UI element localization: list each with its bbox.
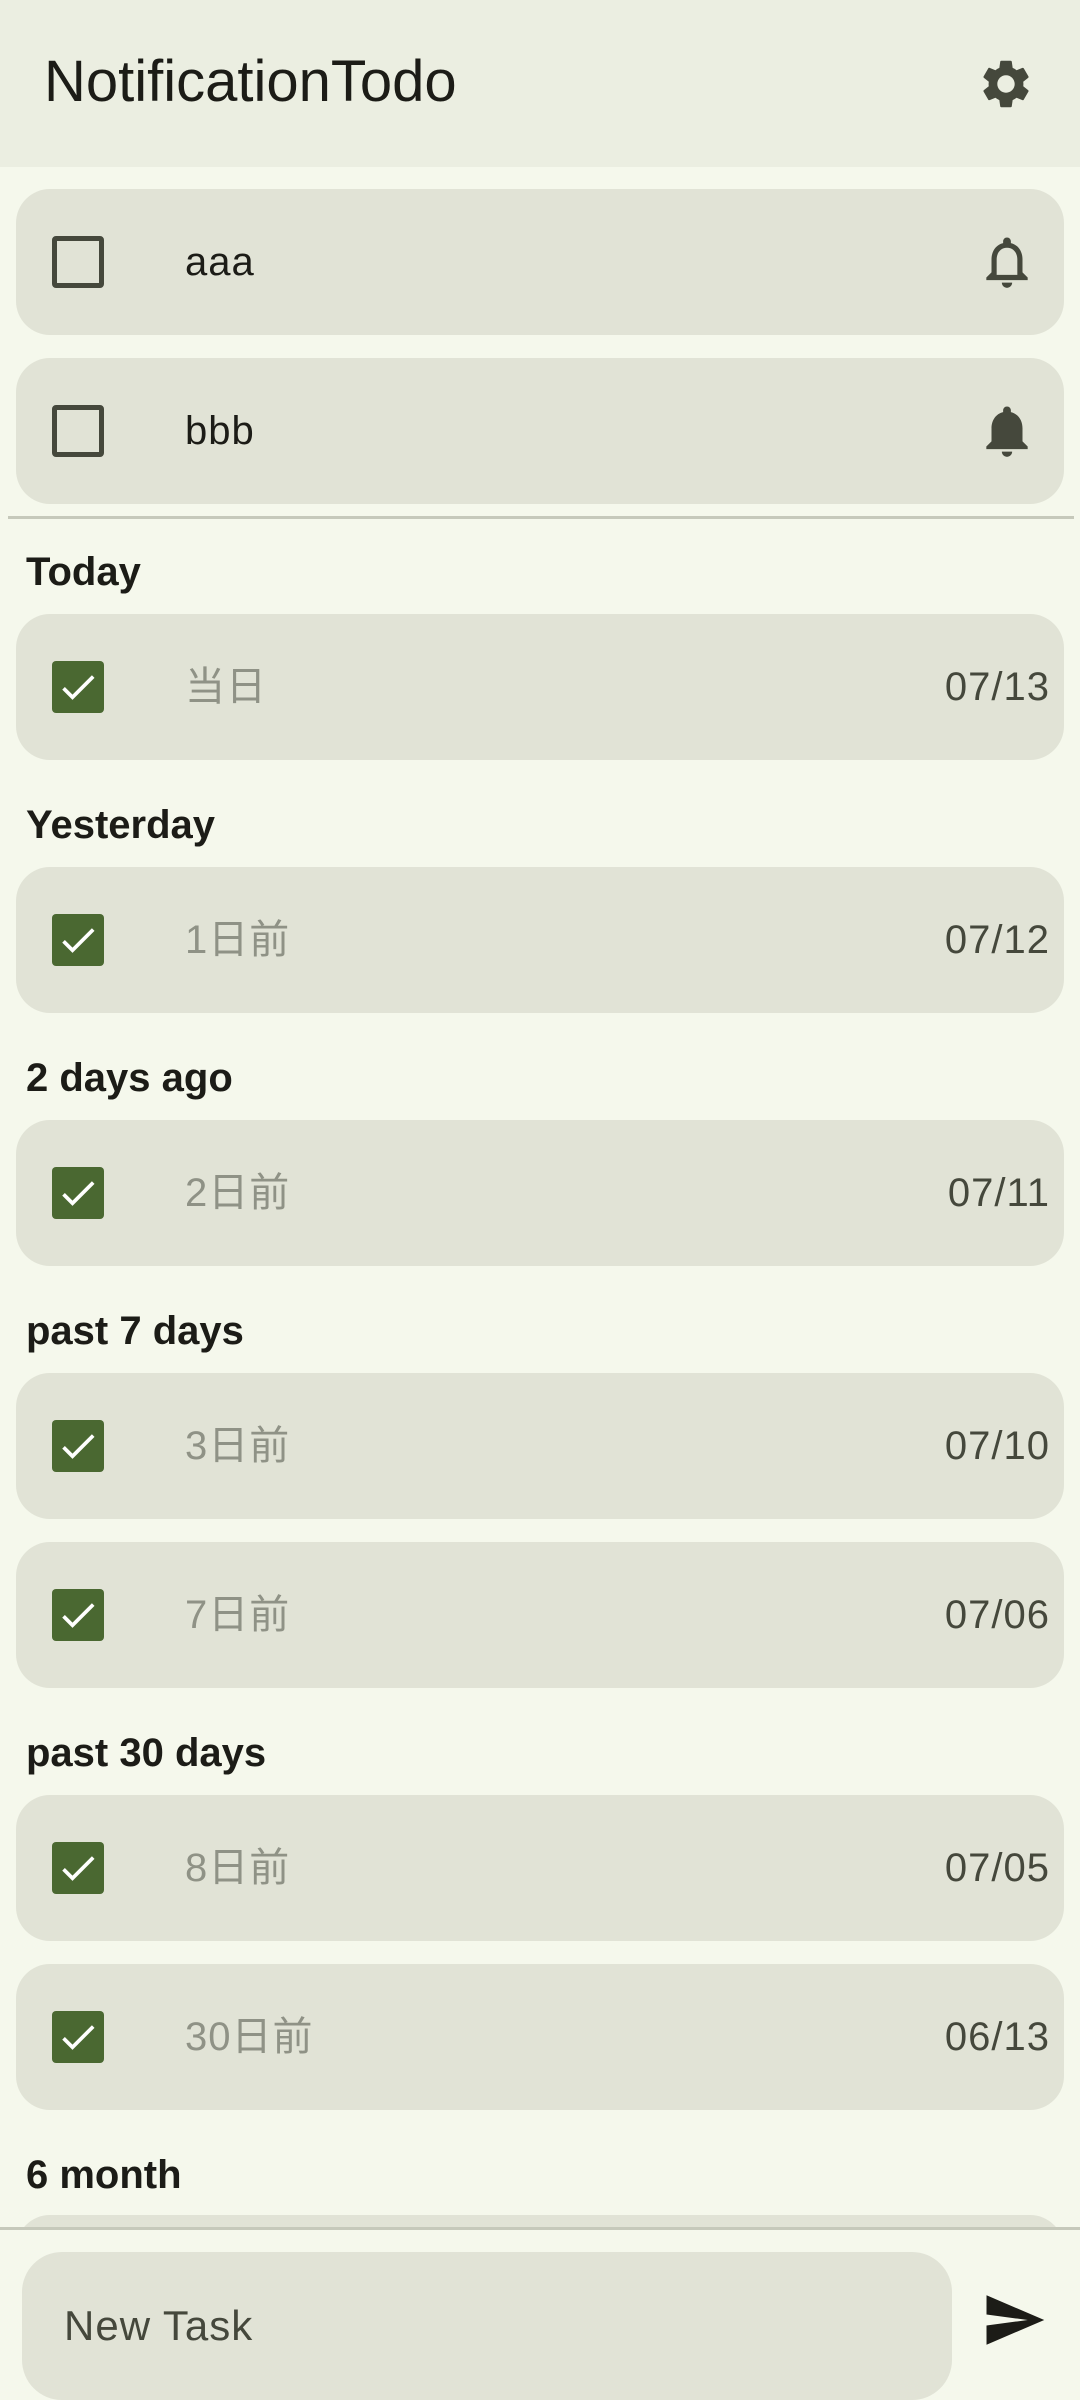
app-title: NotificationTodo [44, 49, 457, 114]
bell-filled-icon[interactable] [976, 400, 1038, 462]
section-label-yesterday: Yesterday [26, 803, 216, 847]
task-card-bbb[interactable]: bbb [16, 358, 1064, 504]
send-icon [986, 2295, 1045, 2345]
send-button[interactable] [976, 2282, 1052, 2358]
section-label-today: Today [26, 550, 141, 594]
check-icon [62, 675, 95, 700]
task-checkbox-checked[interactable] [52, 661, 104, 713]
completed-task-card[interactable]: 3日前 07/10 [16, 1373, 1064, 1519]
completed-divider [8, 516, 1074, 519]
completed-task-card[interactable]: 当日 07/13 [16, 614, 1064, 760]
completed-task-card[interactable]: 30日前 06/13 [16, 1964, 1064, 2110]
task-date: 07/11 [947, 1171, 1050, 1215]
task-checkbox[interactable] [52, 405, 104, 457]
task-checkbox[interactable] [52, 236, 104, 288]
task-title: 7日前 [185, 1593, 291, 1637]
check-icon [62, 928, 95, 953]
task-title: 3日前 [185, 1424, 291, 1468]
task-checkbox-checked[interactable] [52, 1589, 104, 1641]
app-bar: NotificationTodo [0, 0, 1080, 167]
task-date: 07/10 [944, 1424, 1050, 1468]
task-date: 06/13 [944, 2015, 1050, 2059]
task-date: 07/06 [944, 1593, 1050, 1637]
task-title: 2日前 [185, 1171, 291, 1215]
task-date: 07/13 [944, 665, 1050, 709]
task-list[interactable]: aaa bbb Today 当日 07/13 Yesterday 1日前 07/… [0, 167, 1080, 2227]
task-checkbox-checked[interactable] [52, 2011, 104, 2063]
settings-button[interactable] [972, 50, 1040, 118]
section-label-6-month: 6 month [26, 2153, 182, 2197]
task-title: 1日前 [185, 918, 291, 962]
task-title: bbb [185, 409, 255, 453]
check-icon [62, 1856, 95, 1881]
task-title: 30日前 [185, 2015, 314, 2059]
check-icon [62, 1603, 95, 1628]
task-card-aaa[interactable]: aaa [16, 189, 1064, 335]
completed-task-card[interactable]: 2日前 07/11 [16, 1120, 1064, 1266]
task-title: 当日 [185, 665, 267, 709]
task-checkbox-checked[interactable] [52, 1842, 104, 1894]
check-icon [62, 2025, 95, 2050]
task-checkbox-checked[interactable] [52, 1420, 104, 1472]
task-date: 07/05 [944, 1846, 1050, 1890]
new-task-bar [0, 2230, 1080, 2400]
task-title: 8日前 [185, 1846, 291, 1890]
gear-icon [983, 60, 1029, 108]
section-label-past-7-days: past 7 days [26, 1309, 244, 1353]
completed-task-card[interactable]: 7日前 07/06 [16, 1542, 1064, 1688]
task-date: 07/12 [944, 918, 1050, 962]
new-task-input[interactable] [22, 2252, 952, 2400]
section-label-2-days-ago: 2 days ago [26, 1056, 233, 1100]
check-icon [62, 1434, 95, 1459]
task-checkbox-checked[interactable] [52, 914, 104, 966]
completed-task-card[interactable]: 1日前 07/12 [16, 867, 1064, 1013]
task-checkbox-checked[interactable] [52, 1167, 104, 1219]
completed-task-card-partial[interactable] [16, 2215, 1064, 2227]
task-title: aaa [185, 240, 255, 284]
completed-task-card[interactable]: 8日前 07/05 [16, 1795, 1064, 1941]
check-icon [62, 1181, 95, 1206]
bell-outline-icon[interactable] [976, 231, 1038, 293]
section-label-past-30-days: past 30 days [26, 1731, 267, 1775]
